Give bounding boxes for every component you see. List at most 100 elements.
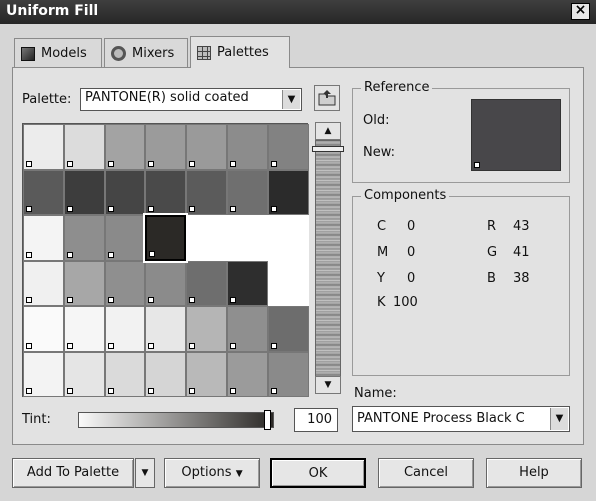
scroll-up-button[interactable]: ▲ [315, 122, 341, 140]
reference-group: Reference Old: New: [352, 80, 570, 183]
palette-swatch[interactable] [267, 306, 309, 352]
name-dropdown[interactable]: PANTONE Process Black C ▼ [352, 406, 570, 432]
swatch-marker [189, 160, 196, 167]
chevron-down-icon: ▼ [141, 468, 149, 478]
swatch-marker [26, 342, 32, 349]
swatch-marker [149, 250, 156, 257]
swatch-marker [107, 388, 114, 394]
swatch-marker [230, 160, 236, 167]
swatch-marker [148, 206, 155, 212]
palette-swatch[interactable] [23, 260, 64, 306]
tab-models[interactable]: Models [14, 38, 102, 68]
palette-swatch[interactable] [186, 124, 227, 170]
palette-swatch[interactable] [186, 215, 227, 261]
tint-slider-handle[interactable] [264, 410, 271, 430]
swatch-marker [230, 297, 236, 303]
tab-mixers-label: Mixers [132, 46, 175, 61]
palette-dropdown[interactable]: PANTONE(R) solid coated ▼ [80, 88, 302, 111]
palette-swatch[interactable] [267, 124, 309, 170]
palette-swatch[interactable] [23, 306, 64, 352]
swatch-marker [189, 342, 196, 349]
palette-swatch[interactable] [227, 169, 268, 215]
add-to-palette-label: Add To Palette [26, 465, 120, 480]
scroll-down-button[interactable]: ▼ [315, 376, 341, 394]
palette-strip[interactable] [315, 140, 341, 380]
component-y-label: Y [377, 271, 385, 286]
palette-swatch[interactable] [145, 306, 187, 352]
component-r-label: R [487, 219, 497, 234]
swatch-marker [189, 206, 196, 212]
palette-swatch[interactable] [145, 260, 187, 306]
options-button[interactable]: Options ▼ [164, 458, 260, 488]
tab-mixers[interactable]: Mixers [104, 38, 188, 68]
palette-swatch[interactable] [143, 213, 189, 263]
swatch-marker [26, 160, 32, 167]
close-button[interactable]: × [571, 3, 590, 20]
palette-swatch[interactable] [104, 351, 146, 397]
palette-swatch[interactable] [104, 124, 146, 170]
palette-swatch[interactable] [227, 351, 268, 397]
palette-swatch[interactable] [63, 124, 105, 170]
components-group: Components C 0 M 0 Y 0 K 100 R 43 G 41 B… [352, 188, 570, 376]
palette-swatch[interactable] [23, 215, 64, 261]
tint-input[interactable]: 100 [294, 408, 338, 432]
reference-title: Reference [361, 80, 433, 95]
palette-swatch[interactable] [186, 351, 227, 397]
palette-swatch[interactable] [267, 169, 309, 215]
palette-swatch[interactable] [227, 124, 268, 170]
swatch-grid[interactable] [22, 123, 309, 397]
palette-swatch[interactable] [23, 169, 64, 215]
tab-palettes[interactable]: Palettes [190, 36, 290, 68]
swatch-marker [26, 297, 32, 303]
palette-dropdown-value: PANTONE(R) solid coated [85, 90, 249, 105]
palette-swatch[interactable] [104, 306, 146, 352]
swatch-marker [66, 388, 73, 394]
palette-swatch[interactable] [63, 306, 105, 352]
palette-swatch[interactable] [145, 169, 187, 215]
palette-label: Palette: [22, 92, 72, 107]
palette-swatch[interactable] [23, 124, 64, 170]
palette-swatch[interactable] [104, 215, 146, 261]
palette-swatch[interactable] [227, 306, 268, 352]
palette-swatch[interactable] [267, 215, 309, 261]
open-palette-button[interactable] [314, 85, 340, 111]
add-to-palette-button[interactable]: Add To Palette [12, 458, 134, 488]
palette-swatch[interactable] [186, 260, 227, 306]
component-m-value: 0 [407, 245, 416, 260]
palette-swatch[interactable] [63, 260, 105, 306]
swatch-marker [148, 388, 155, 394]
palette-swatch[interactable] [267, 351, 309, 397]
swatch-marker [107, 160, 114, 167]
palette-swatch[interactable] [23, 351, 64, 397]
tab-palettes-label: Palettes [217, 45, 269, 60]
palette-swatch[interactable] [267, 260, 309, 306]
palette-swatch[interactable] [227, 260, 268, 306]
swatch-marker [270, 342, 277, 349]
palette-swatch[interactable] [63, 215, 105, 261]
component-b-label: B [487, 271, 496, 286]
palette-swatch[interactable] [227, 215, 268, 261]
tint-slider[interactable] [78, 412, 274, 428]
chevron-down-icon: ▼ [235, 469, 243, 479]
palette-swatch[interactable] [145, 124, 187, 170]
name-label: Name: [354, 386, 397, 401]
mixers-icon [111, 46, 126, 61]
palette-swatch[interactable] [104, 260, 146, 306]
palette-swatch[interactable] [145, 351, 187, 397]
swatch-marker [107, 342, 114, 349]
cancel-button[interactable]: Cancel [378, 458, 474, 488]
palette-swatch[interactable] [63, 169, 105, 215]
palette-swatch[interactable] [186, 306, 227, 352]
help-label: Help [519, 465, 549, 480]
palette-swatch[interactable] [63, 351, 105, 397]
add-to-palette-menu-button[interactable]: ▼ [135, 458, 155, 488]
cancel-label: Cancel [403, 465, 449, 480]
swatch-marker [26, 251, 32, 258]
chevron-down-icon: ▼ [282, 90, 300, 109]
options-label: Options [181, 465, 232, 480]
palette-swatch[interactable] [104, 169, 146, 215]
palette-swatch[interactable] [186, 169, 227, 215]
scroll-thumb[interactable] [312, 146, 344, 152]
ok-button[interactable]: OK [270, 458, 366, 488]
help-button[interactable]: Help [486, 458, 582, 488]
